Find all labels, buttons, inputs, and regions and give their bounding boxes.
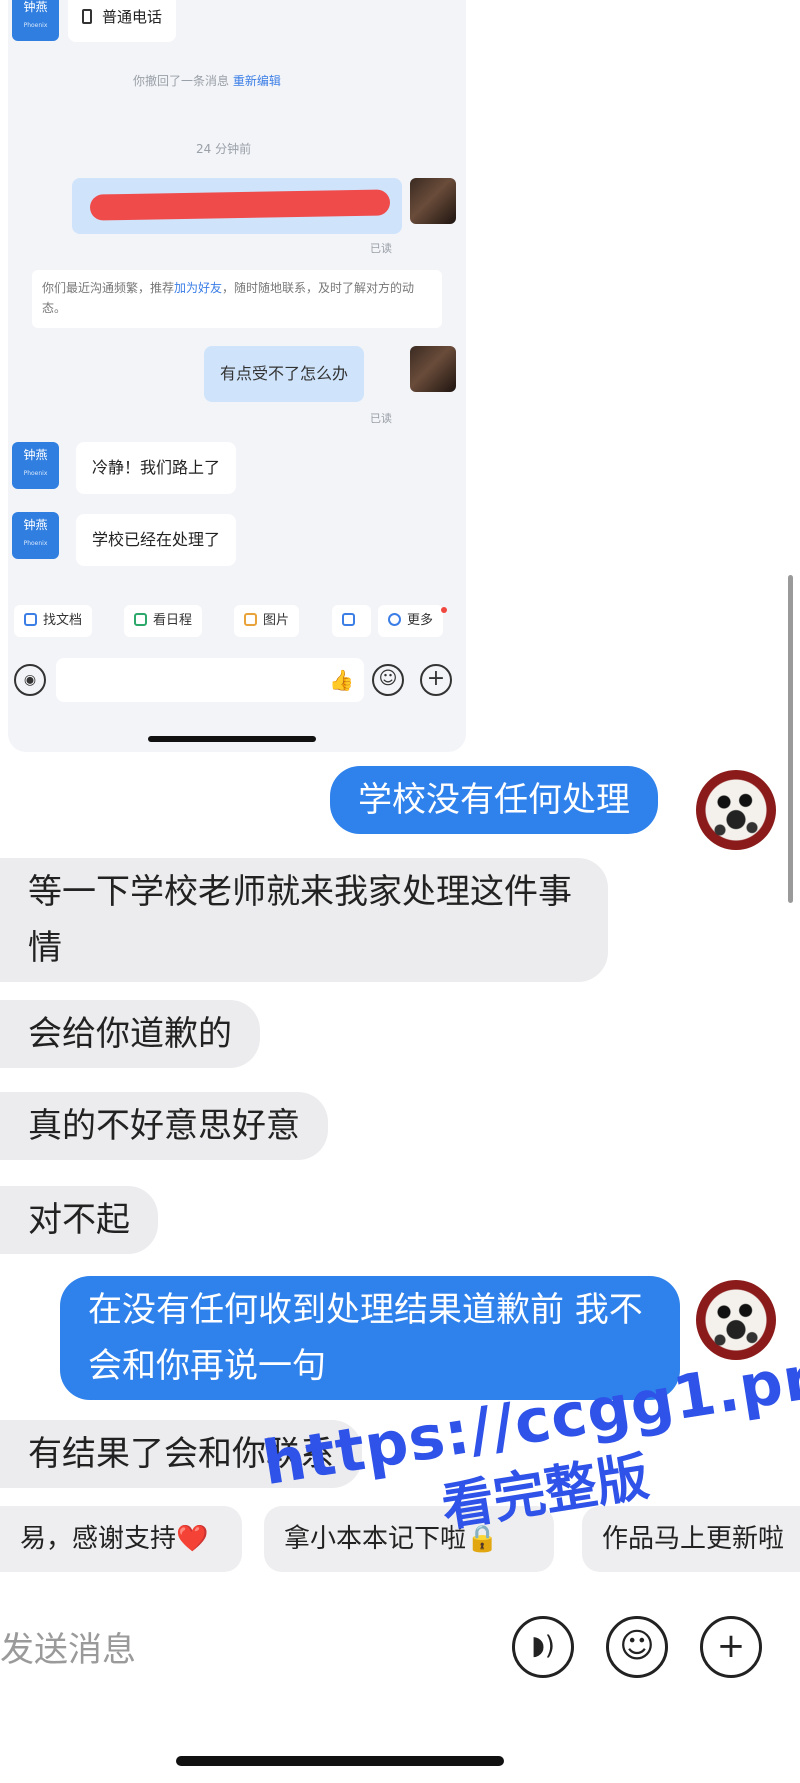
time-divider: 24 分钟前 [196,142,252,156]
more-button[interactable]: 更多 [378,605,448,637]
inner-home-indicator [148,736,316,742]
add-friend-link[interactable]: 加为好友 [174,281,222,295]
plus-icon[interactable]: + [700,1616,762,1678]
received-message: 真的不好意思好意 [0,1092,328,1160]
inner-message-input[interactable]: 👍 [56,658,364,702]
my-avatar [696,1280,776,1360]
folder-icon [342,613,355,626]
read-status: 已读 [370,412,392,425]
sender-avatar: 钟燕 Phoenix [12,442,59,489]
sent-message: 学校没有任何处理 [330,766,658,834]
embedded-screenshot: 钟燕 Phoenix 普通电话 你撤回了一条消息 重新编辑 24 分钟前 已读 你… [8,0,466,752]
home-indicator [176,1756,504,1766]
thumbs-up-icon[interactable]: 👍 [329,668,354,692]
screen: 钟燕 Phoenix 普通电话 你撤回了一条消息 重新编辑 24 分钟前 已读 你… [0,0,800,1783]
scrollbar[interactable] [788,575,793,903]
received-message: 对不起 [0,1186,158,1254]
my-avatar [696,770,776,850]
received-message: 等一下学校老师就来我家处理这件事情 [0,858,608,982]
phone-icon [82,9,92,24]
calendar-icon [134,613,147,626]
my-avatar [410,178,456,224]
document-icon [24,613,37,626]
voice-input-icon[interactable]: ◗) [512,1616,574,1678]
schedule-button[interactable]: 看日程 [124,605,203,637]
reply-bubble: 冷静！我们路上了 [76,442,237,494]
reply-bubble: 学校已经在处理了 [76,514,237,566]
received-message: 会给你道歉的 [0,1000,260,1068]
message-input[interactable]: 发送消息 [0,1622,136,1671]
emoji-icon[interactable]: ☺ [606,1616,668,1678]
emoji-icon[interactable]: ☺ [372,664,404,696]
folder-button[interactable] [332,605,371,637]
sender-avatar: 钟燕 Phoenix [12,512,59,559]
more-icon [388,613,401,626]
notification-dot [441,607,448,613]
quick-reply-chip[interactable]: 易，感谢支持❤️ [0,1506,242,1572]
my-avatar [410,346,456,392]
re-edit-link[interactable]: 重新编辑 [233,74,281,88]
my-message-bubble: 有点受不了怎么办 [204,346,365,402]
read-status: 已读 [370,242,392,255]
redaction-scribble [89,189,391,221]
find-doc-button[interactable]: 找文档 [14,605,93,637]
recalled-notice: 你撤回了一条消息 重新编辑 [133,74,281,88]
message-composer: 发送消息 ◗) ☺ + [0,1592,800,1702]
voice-icon[interactable]: ◉ [14,664,46,696]
plus-icon[interactable]: + [420,664,452,696]
redacted-message-bubble [72,178,402,234]
call-record-bubble: 普通电话 [68,0,177,42]
call-label: 普通电话 [102,8,163,26]
friend-suggestion: 你们最近沟通频繁，推荐加为好友，随时随地联系，及时了解对方的动态。 [32,270,442,328]
image-icon [244,613,257,626]
image-button[interactable]: 图片 [234,605,300,637]
avatar-label: 钟燕 [23,0,48,14]
sender-avatar: 钟燕 Phoenix [12,0,59,41]
